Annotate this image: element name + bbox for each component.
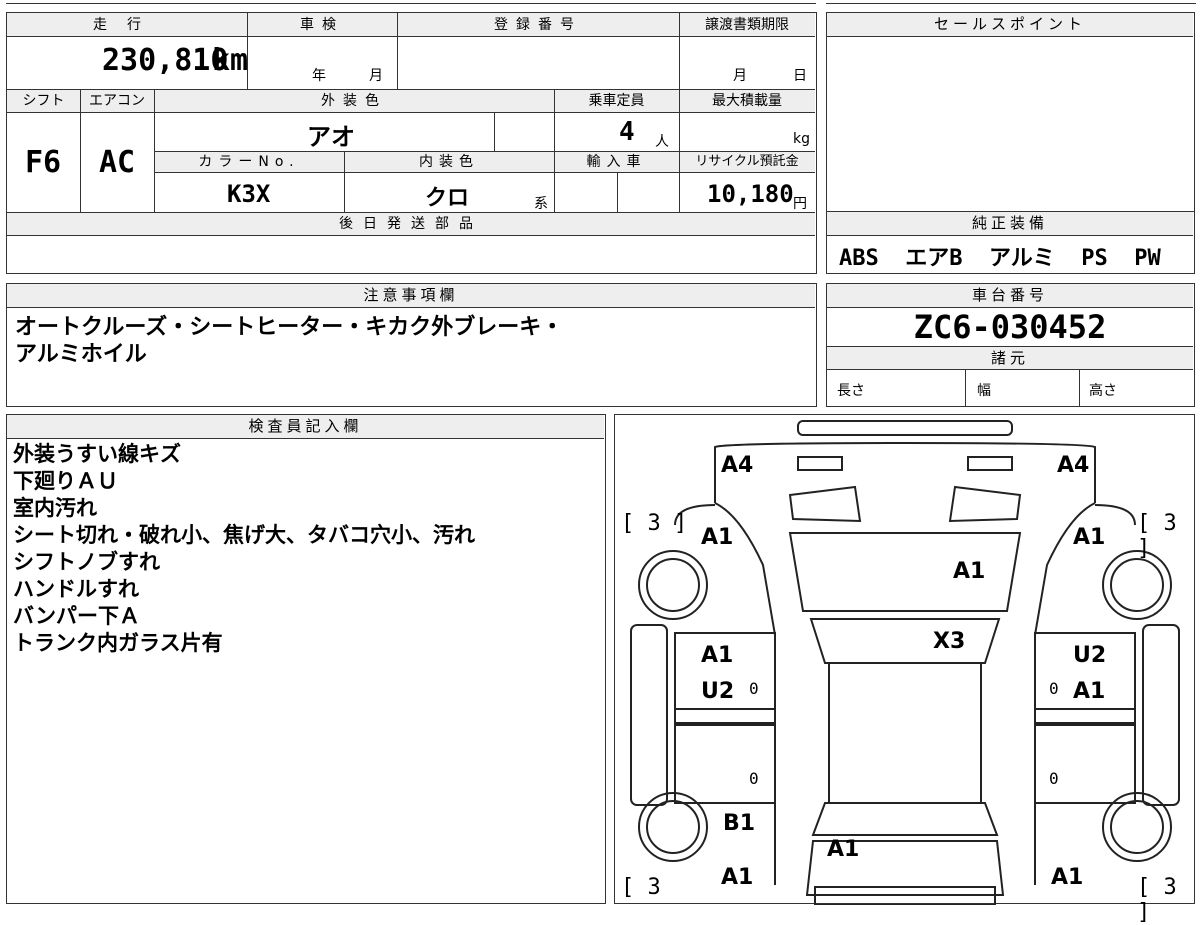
transfer-month: 月 — [733, 68, 747, 84]
sales-point-panel: セールスポイント — [826, 12, 1195, 212]
mark-a1-hood: A1 — [953, 559, 986, 584]
mark-a1-mid-right: A1 — [1073, 679, 1106, 704]
inspector-note: ハンドルすれ — [13, 577, 139, 601]
shaken-label: 車検 — [300, 17, 344, 33]
tyre-rear-left: [ 3 — [621, 875, 661, 900]
inspector-panel: 検査員記入欄 外装うすい線キズ 下廻りＡＵ 室内汚れ シート切れ・破れ小、焦げ大… — [6, 414, 606, 904]
shift-label: シフト — [22, 93, 65, 109]
color-no-label: カラーNo. — [198, 154, 300, 170]
mark-u2-right: U2 — [1073, 643, 1107, 668]
inspector-note: バンパー下Ａ — [13, 604, 141, 628]
caution-label: 注意事項欄 — [7, 284, 815, 308]
recycle-value: 10,180 — [707, 180, 794, 208]
exterior-color-label: 外装色 — [321, 93, 387, 109]
chassis-number: ZC6-030452 — [913, 308, 1107, 346]
import-label: 輸入車 — [586, 154, 647, 170]
tyre-front-left: [ 3 ] — [621, 511, 688, 536]
spec-length: 長さ — [837, 383, 865, 399]
inspector-note: 下廻りＡＵ — [13, 469, 118, 493]
inspector-notes: 外装うすい線キズ 下廻りＡＵ 室内汚れ シート切れ・破れ小、焦げ大、タバコ穴小、… — [13, 441, 475, 657]
caution-line-1: オートクルーズ・シートヒーター・キカク外ブレーキ・ — [15, 315, 564, 340]
spec-height: 高さ — [1089, 383, 1117, 399]
mark-a1-front-right: A1 — [1073, 525, 1106, 550]
exterior-color-value: アオ — [307, 123, 355, 151]
zero-mark: 0 — [749, 769, 759, 788]
interior-color-label: 内装色 — [419, 154, 479, 170]
inspector-note: 室内汚れ — [13, 496, 97, 520]
equipment-panel: 純正装備 ABS エアB アルミ PS PW — [826, 212, 1195, 274]
max-load-unit: kg — [793, 131, 810, 147]
registration-label: 登録番号 — [494, 17, 582, 33]
color-no-value: K3X — [227, 180, 271, 208]
top-edge-line-right — [826, 3, 1196, 4]
inspector-label: 検査員記入欄 — [7, 415, 604, 439]
interior-color-suffix: 系 — [534, 196, 548, 212]
tyre-rear-right: [ 3 ] — [1137, 875, 1177, 925]
chassis-label: 車台番号 — [827, 284, 1193, 308]
parts-label: 後日発送部品 — [339, 216, 483, 232]
ac-label: エアコン — [89, 93, 145, 109]
mark-a4-left: A4 — [721, 453, 754, 478]
mark-a1-rear-left: A1 — [721, 865, 754, 890]
capacity-value: 4 — [619, 117, 635, 147]
sales-point-label: セールスポイント — [827, 13, 1193, 37]
tyre-front-right: [ 3 ] — [1137, 511, 1177, 561]
mark-a1-front-left: A1 — [701, 525, 734, 550]
shaken-year: 年 — [312, 68, 326, 84]
max-load-label: 最大積載量 — [712, 93, 782, 109]
mileage-unit: km — [212, 43, 249, 78]
caution-line-2: アルミホイル — [15, 342, 147, 367]
transfer-deadline-label: 譲渡書類期限 — [705, 17, 789, 33]
chassis-panel: 車台番号 ZC6-030452 諸元 長さ 幅 高さ — [826, 283, 1195, 407]
capacity-label: 乗車定員 — [588, 93, 645, 109]
mark-b1: B1 — [723, 811, 756, 836]
zero-mark: 0 — [749, 679, 759, 698]
shift-value: F6 — [25, 145, 62, 180]
capacity-unit: 人 — [655, 134, 669, 150]
inspector-note: シート切れ・破れ小、焦げ大、タバコ穴小、汚れ — [13, 523, 475, 547]
recycle-unit: 円 — [793, 196, 807, 212]
ac-value: AC — [99, 145, 136, 180]
mark-a4-right: A4 — [1057, 453, 1090, 478]
transfer-day: 日 — [793, 68, 807, 84]
zero-mark: 0 — [1049, 679, 1059, 698]
zero-mark: 0 — [1049, 769, 1059, 788]
mark-a1-trunk: A1 — [827, 837, 860, 862]
shaken-month: 月 — [369, 68, 383, 84]
spec-label: 諸元 — [827, 346, 1193, 370]
inspector-note: トランク内ガラス片有 — [13, 631, 223, 655]
vehicle-info-panel: 走行 車検 登録番号 譲渡書類期限 230,810 km 年 月 月 日 シフト… — [6, 12, 817, 274]
mark-x3: X3 — [933, 629, 966, 654]
caution-panel: 注意事項欄 オートクルーズ・シートヒーター・キカク外ブレーキ・ アルミホイル — [6, 283, 817, 407]
top-edge-line — [6, 3, 816, 4]
equipment-value: ABS エアB アルミ PS PW — [839, 246, 1161, 271]
mileage-label: 走行 — [93, 17, 161, 33]
car-diagram-panel: A4 A4 [ 3 ] [ 3 ] A1 A1 A1 X3 A1 U2 U2 A… — [614, 414, 1195, 925]
inspector-note: シフトノブすれ — [13, 550, 160, 574]
equipment-label: 純正装備 — [827, 212, 1193, 236]
mark-a1-mid-left: A1 — [701, 643, 734, 668]
interior-color-value: クロ — [425, 186, 470, 211]
spec-width: 幅 — [977, 383, 991, 399]
mark-u2-left: U2 — [701, 679, 735, 704]
recycle-label: リサイクル預託金 — [695, 154, 799, 169]
mileage-value: 230,810 — [102, 43, 229, 78]
mark-a1-rear-right: A1 — [1051, 865, 1084, 890]
inspector-note: 外装うすい線キズ — [13, 442, 181, 466]
